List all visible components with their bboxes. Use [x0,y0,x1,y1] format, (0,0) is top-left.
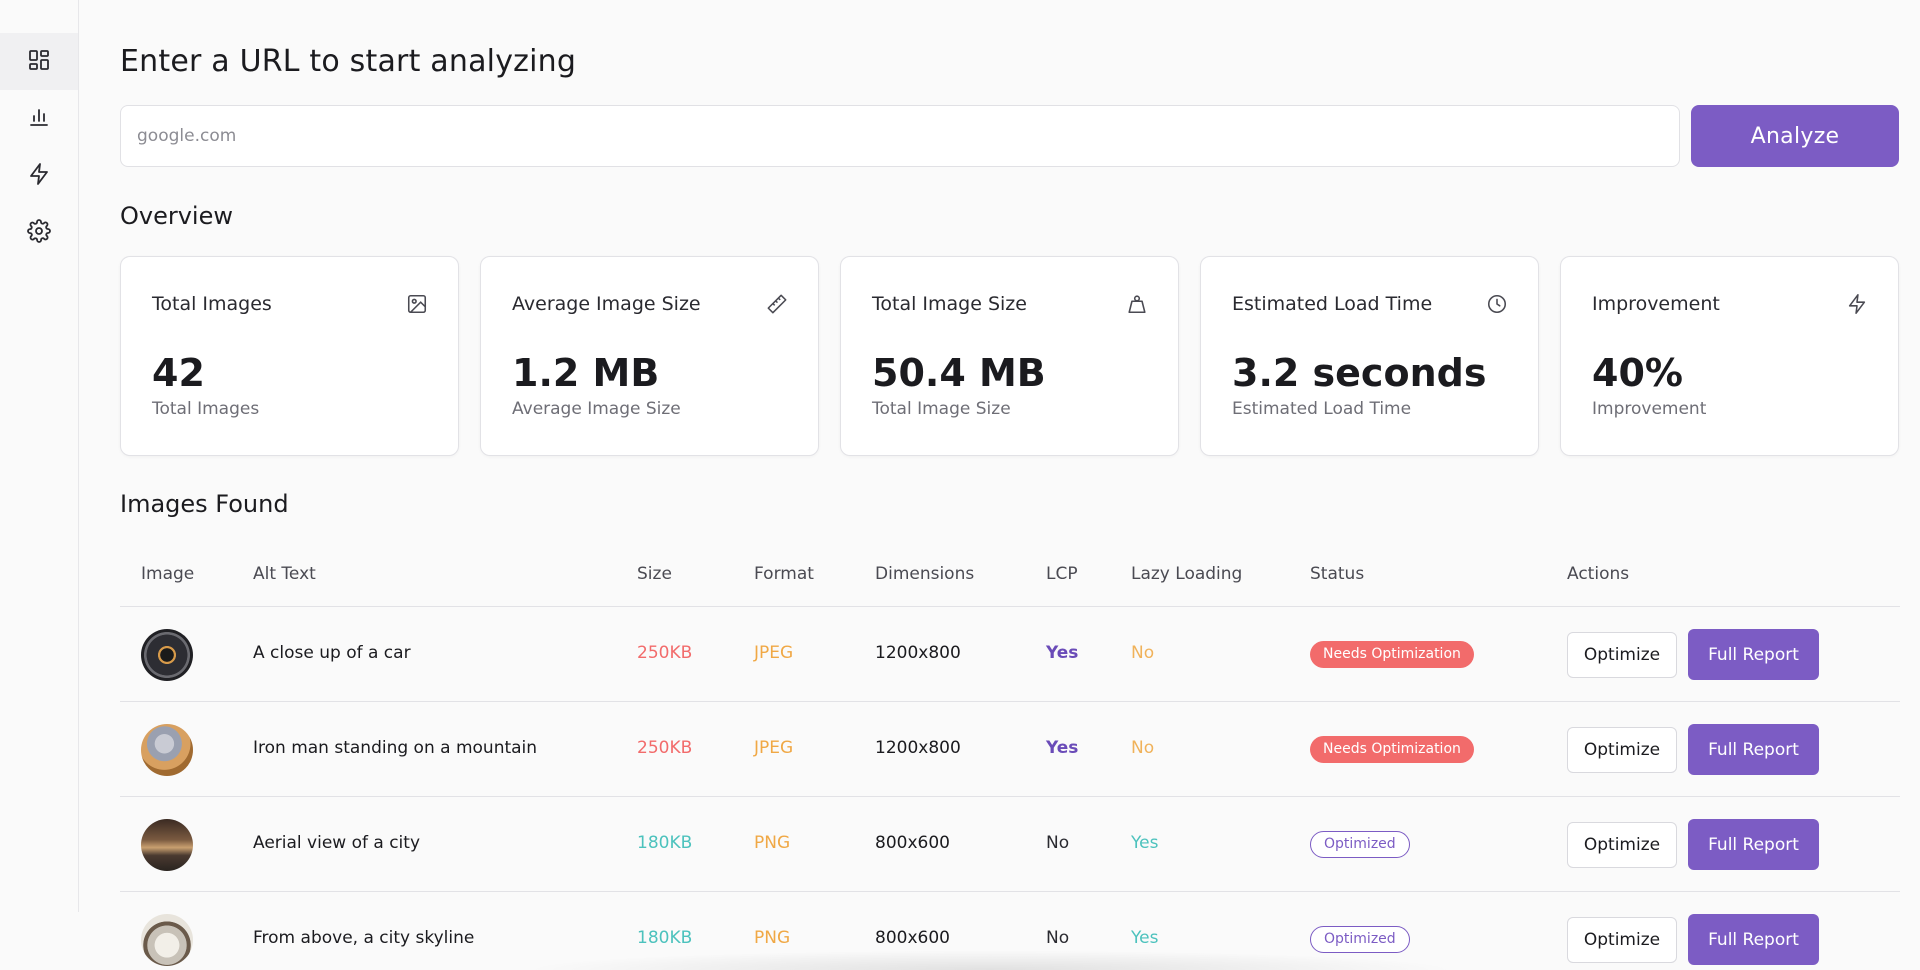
optimize-button[interactable]: Optimize [1567,632,1677,678]
image-icon [406,293,428,315]
size-value: 250KB [637,738,693,758]
lcp-value: No [1046,833,1070,853]
alt-text: Iron man standing on a mountain [253,738,538,758]
card-subtitle: Improvement [1592,399,1707,419]
card-subtitle: Average Image Size [512,399,681,419]
card-value: 1.2 MB [512,351,660,395]
dimensions-value: 800x600 [875,928,950,948]
lazy-loading-value: No [1131,738,1155,758]
image-thumbnail [141,819,193,871]
dashboard-icon [27,48,51,76]
size-value: 250KB [637,643,693,663]
table-row: Iron man standing on a mountain 250KB JP… [120,702,1900,797]
sidebar-item-performance[interactable] [0,147,78,204]
format-value: JPEG [754,738,794,758]
stat-card-average-size: Average Image Size 1.2 MB Average Image … [480,256,819,456]
gear-icon [27,218,51,247]
full-report-button[interactable]: Full Report [1688,914,1819,965]
lcp-value: Yes [1046,738,1079,758]
analyze-button[interactable]: Analyze [1691,105,1899,167]
lightning-icon [1846,293,1868,315]
status-badge: Needs Optimization [1310,736,1474,763]
status-badge: Optimized [1310,831,1410,858]
overview-cards: Total Images 42 Total Images Average Ima… [120,256,1900,456]
size-value: 180KB [637,928,693,948]
full-report-button[interactable]: Full Report [1688,819,1819,870]
column-header: Alt Text [253,564,316,584]
column-header: Size [637,564,672,584]
lazy-loading-value: Yes [1131,833,1159,853]
card-title: Improvement [1592,293,1720,315]
sidebar [0,0,79,912]
lazy-loading-value: No [1131,643,1155,663]
optimize-button[interactable]: Optimize [1567,727,1677,773]
alt-text: From above, a city skyline [253,928,475,948]
card-title: Total Image Size [872,293,1027,315]
dimensions-value: 800x600 [875,833,950,853]
url-input[interactable] [120,105,1680,167]
card-subtitle: Total Images [152,399,260,419]
images-heading: Images Found [120,490,289,518]
card-value: 50.4 MB [872,351,1046,395]
column-header: Dimensions [875,564,975,584]
card-value: 42 [152,351,205,395]
column-header: LCP [1046,564,1078,584]
overview-heading: Overview [120,202,233,230]
optimize-button[interactable]: Optimize [1567,917,1677,963]
column-header: Format [754,564,814,584]
ruler-icon [766,293,788,315]
format-value: PNG [754,833,791,853]
sidebar-item-settings[interactable] [0,204,78,261]
dimensions-value: 1200x800 [875,643,961,663]
card-title: Estimated Load Time [1232,293,1433,315]
column-header: Status [1310,564,1365,584]
card-title: Total Images [152,293,272,315]
column-header: Actions [1567,564,1630,584]
alt-text: Aerial view of a city [253,833,421,853]
lightning-icon [27,162,51,190]
size-value: 180KB [637,833,693,853]
clock-icon [1486,293,1508,315]
scroll-shadow [520,950,1460,970]
page-title: Enter a URL to start analyzing [120,44,577,79]
dimensions-value: 1200x800 [875,738,961,758]
status-badge: Needs Optimization [1310,641,1474,668]
alt-text: A close up of a car [253,643,411,663]
status-badge: Optimized [1310,926,1410,953]
weight-icon [1126,293,1148,315]
lcp-value: No [1046,928,1070,948]
image-thumbnail [141,629,193,681]
card-subtitle: Estimated Load Time [1232,399,1412,419]
card-subtitle: Total Image Size [872,399,1011,419]
full-report-button[interactable]: Full Report [1688,629,1819,680]
card-value: 40% [1592,351,1683,395]
table-header: Image Alt Text Size Format Dimensions LC… [120,545,1900,607]
table-row: Aerial view of a city 180KB PNG 800x600 … [120,797,1900,892]
sidebar-item-dashboard[interactable] [0,33,78,90]
optimize-button[interactable]: Optimize [1567,822,1677,868]
format-value: JPEG [754,643,794,663]
lazy-loading-value: Yes [1131,928,1159,948]
lcp-value: Yes [1046,643,1079,663]
stat-card-load-time: Estimated Load Time 3.2 seconds Estimate… [1200,256,1539,456]
bar-chart-icon [27,105,51,133]
stat-card-improvement: Improvement 40% Improvement [1560,256,1899,456]
full-report-button[interactable]: Full Report [1688,724,1819,775]
image-thumbnail [141,914,193,966]
stat-card-total-images: Total Images 42 Total Images [120,256,459,456]
table-row: A close up of a car 250KB JPEG 1200x800 … [120,607,1900,702]
sidebar-item-analytics[interactable] [0,90,78,147]
format-value: PNG [754,928,791,948]
card-title: Average Image Size [512,293,701,315]
image-thumbnail [141,724,193,776]
column-header: Lazy Loading [1131,564,1243,584]
card-value: 3.2 seconds [1232,351,1487,395]
stat-card-total-size: Total Image Size 50.4 MB Total Image Siz… [840,256,1179,456]
column-header: Image [141,564,195,584]
